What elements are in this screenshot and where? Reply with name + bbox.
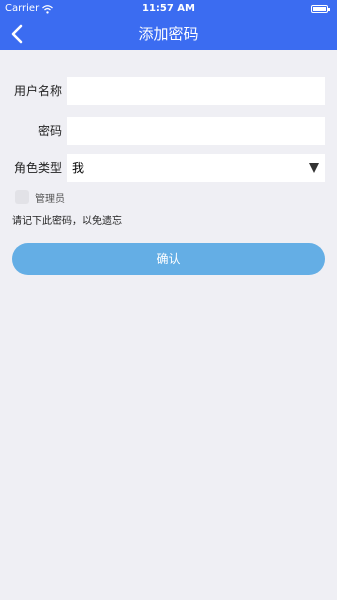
role-select[interactable]: 我 [67,154,325,182]
role-row: 角色类型 我 [0,154,337,182]
username-row: 用户名称 [0,77,337,105]
admin-checkbox-label: 管理员 [35,193,65,205]
dropdown-triangle-icon [309,163,319,173]
password-hint: 请记下此密码，以免遗忘 [12,216,122,227]
battery-level [313,7,326,11]
password-row: 密码 [0,117,337,145]
status-time: 11:57 AM [141,3,195,14]
username-label: 用户名称 [13,84,62,98]
battery-icon [311,5,330,13]
password-input[interactable] [67,117,325,145]
navigation-bar: 添加密码 [0,18,337,50]
password-label: 密码 [37,124,62,138]
admin-checkbox[interactable] [15,190,29,204]
admin-checkbox-row[interactable]: 管理员 [15,190,65,205]
role-selected-value: 我 [72,161,85,175]
confirm-button[interactable]: 确认 [12,243,325,275]
role-label: 角色类型 [13,161,62,175]
status-bar: Carrier 11:57 AM [0,0,337,18]
app-header: Carrier 11:57 AM 添加密码 [0,0,337,50]
page-title: 添加密码 [138,25,199,43]
username-input[interactable] [67,77,325,105]
